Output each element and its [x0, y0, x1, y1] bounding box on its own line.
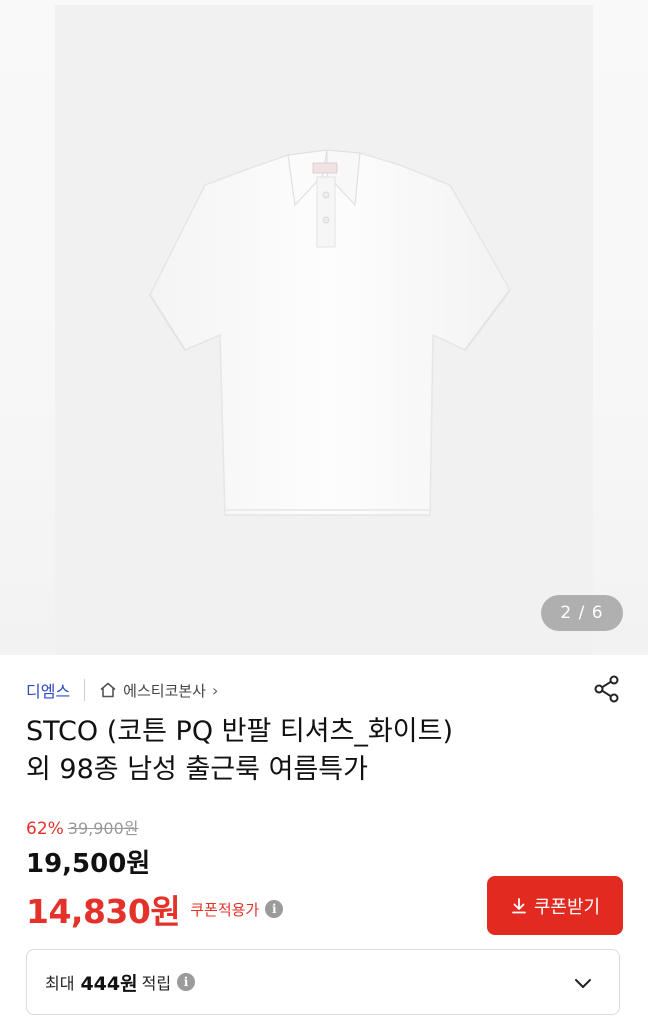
download-icon: [510, 897, 528, 915]
image-page-indicator: 2 / 6: [541, 595, 623, 631]
seller-name[interactable]: 디엠스: [26, 678, 70, 702]
coupon-price-row: 14,830원 쿠폰적용가 i: [26, 885, 284, 933]
coupon-price: 14,830원: [26, 892, 181, 931]
points-info-icon[interactable]: i: [177, 973, 196, 991]
share-icon[interactable]: [592, 674, 622, 704]
sale-price: 19,500원: [26, 849, 151, 879]
chevron-right-icon: ›: [211, 680, 219, 700]
coupon-price-label: 쿠폰적용가: [190, 900, 260, 919]
info-icon[interactable]: i: [265, 900, 284, 918]
product-photo[interactable]: [55, 5, 593, 655]
product-title-line1: STCO (코튼 PQ 반팔 티셔츠_화이트): [26, 716, 453, 747]
points-accordion[interactable]: 최대 444원 적립 i: [26, 949, 620, 1015]
discount-rate: 62%: [26, 819, 64, 839]
original-price: 39,900원: [67, 819, 139, 838]
divider: [84, 679, 86, 701]
product-title-line2: 외 98종 남성 출근룩 여름특가: [26, 754, 368, 785]
product-title: STCO (코튼 PQ 반팔 티셔츠_화이트) 외 98종 남성 출근룩 여름특…: [26, 713, 606, 789]
get-coupon-button[interactable]: 쿠폰받기: [487, 876, 623, 935]
points-suffix: 적립: [141, 974, 172, 993]
seller-row: 디엠스 에스티코본사 ›: [26, 674, 622, 704]
product-image-gallery[interactable]: 2 / 6: [0, 0, 648, 655]
points-prefix: 최대: [45, 974, 75, 993]
brand-store-link[interactable]: 에스티코본사: [123, 680, 206, 701]
product-image-white-polo: [149, 149, 511, 516]
chevron-down-icon[interactable]: [571, 971, 595, 995]
points-amount: 444원: [80, 972, 138, 995]
home-icon: [99, 681, 117, 699]
get-coupon-label: 쿠폰받기: [533, 896, 601, 917]
discount-row: 62% 39,900원: [26, 815, 139, 839]
